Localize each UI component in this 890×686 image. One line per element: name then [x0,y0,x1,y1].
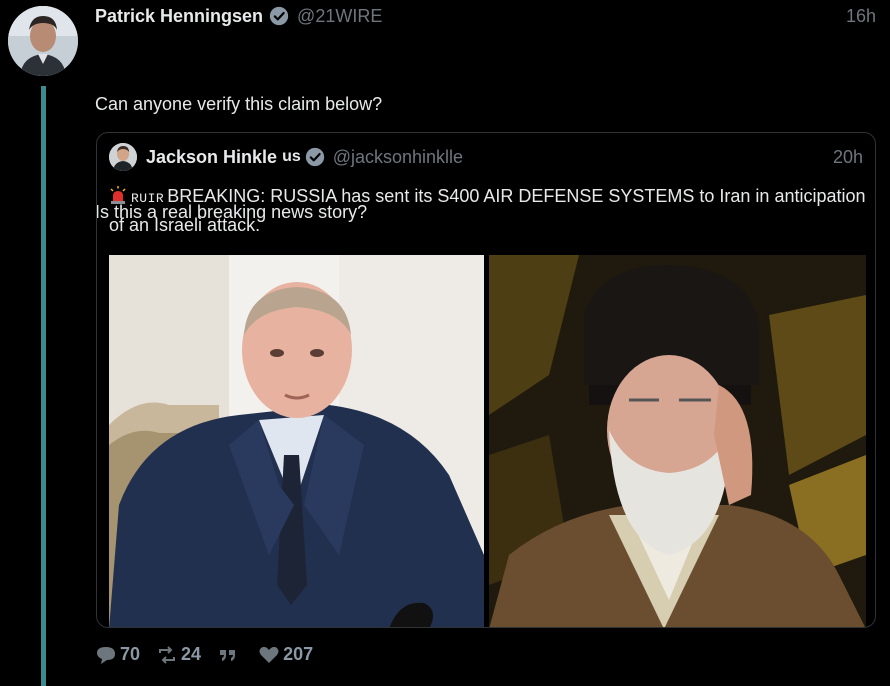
quoted-display-name[interactable]: Jackson Hinkle [146,147,277,168]
retweet-button[interactable]: 24 [156,644,201,665]
avatar[interactable] [8,6,78,76]
display-name[interactable]: Patrick Henningsen [95,6,263,27]
reply-icon [97,646,115,664]
like-count: 207 [283,644,314,664]
quote-icon [220,649,236,661]
like-icon [259,646,279,663]
quoted-timestamp[interactable]: 20h [833,147,863,168]
quoted-name-flag: us [282,148,301,165]
siren-icon [110,186,126,204]
quoted-tweet[interactable]: Jackson Hinkle us @jacksonhinklle 20h RU… [96,132,876,628]
reply-count: 70 [120,644,141,664]
retweet-icon [159,645,176,664]
media-image-left[interactable] [109,255,484,627]
verified-badge-icon [269,6,289,26]
reply-button[interactable]: 70 [95,644,140,665]
retweet-count: 24 [181,644,202,664]
handle[interactable]: @21WIRE [297,6,382,27]
quoted-text: RUIR BREAKING: RUSSIA has sent its S400 A… [109,183,869,239]
timestamp[interactable]: 16h [846,6,876,27]
like-button[interactable]: 207 [258,644,313,665]
tweet[interactable]: Patrick Henningsen @21WIRE 16h Can anyon… [0,0,890,686]
media-image-right[interactable] [489,255,866,627]
tweet-text-line: Can anyone verify this claim below? [95,94,383,114]
quoted-header: Jackson Hinkle us @jacksonhinklle 20h [146,145,863,169]
quoted-tag: RUIR [131,191,165,206]
tweet-header: Patrick Henningsen @21WIRE 16h [95,4,876,28]
verified-badge-icon [305,147,324,167]
quoted-body: BREAKING: RUSSIA has sent its S400 AIR D… [109,186,866,235]
quoted-handle[interactable]: @jacksonhinklle [333,147,463,168]
action-bar: 70 24 207 [95,644,329,665]
thread-line [41,86,46,686]
quote-button[interactable] [217,645,242,665]
quoted-avatar[interactable] [109,143,137,171]
